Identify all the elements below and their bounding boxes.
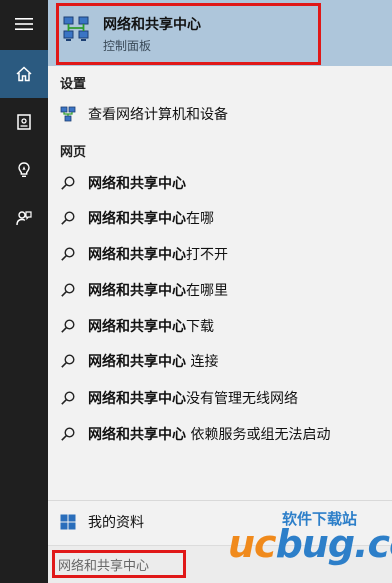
feedback-button[interactable] bbox=[0, 194, 48, 242]
watermark-logo: 软件下载站 ucbug.cc bbox=[228, 508, 392, 578]
web-suggestion[interactable]: 网络和共享中心在哪里 bbox=[48, 273, 392, 307]
suggestion-bold: 网络和共享中心 bbox=[88, 211, 186, 227]
search-icon bbox=[61, 427, 75, 441]
suggestion-bold: 网络和共享中心 bbox=[88, 391, 186, 407]
search-icon bbox=[61, 283, 75, 297]
menu-icon bbox=[15, 18, 33, 30]
suggestion-rest: 在哪里 bbox=[186, 283, 228, 299]
suggestion-rest: 下载 bbox=[186, 319, 214, 335]
home-button[interactable] bbox=[0, 50, 48, 98]
notebook-icon bbox=[17, 114, 31, 130]
search-icon bbox=[61, 319, 75, 333]
left-rail bbox=[0, 0, 48, 583]
windows-logo-icon bbox=[60, 514, 76, 530]
web-suggestion[interactable]: 网络和共享中心 依赖服务或组无法启动 bbox=[48, 417, 392, 451]
suggestion-bold: 网络和共享中心 bbox=[88, 354, 186, 370]
search-icon bbox=[61, 354, 75, 368]
suggestion-bold: 网络和共享中心 bbox=[88, 283, 186, 299]
reminders-button[interactable] bbox=[0, 146, 48, 194]
settings-heading: 设置 bbox=[60, 77, 87, 92]
settings-item-view-network-computers[interactable]: 查看网络计算机和设备 bbox=[48, 97, 392, 131]
watermark-main: ucbug.cc bbox=[228, 522, 392, 566]
suggestion-bold: 网络和共享中心 bbox=[88, 247, 186, 263]
my-profile-label: 我的资料 bbox=[88, 515, 144, 531]
search-icon bbox=[61, 176, 75, 190]
red-highlight-box bbox=[56, 3, 321, 65]
suggestion-rest: 连接 bbox=[186, 354, 219, 370]
settings-item-label: 查看网络计算机和设备 bbox=[88, 107, 228, 123]
search-icon bbox=[61, 247, 75, 261]
search-results-panel: 网络和共享中心 控制面板 设置 查看网络计算机和设备 网页 网络和共享中心 网络… bbox=[48, 0, 392, 583]
web-suggestion[interactable]: 网络和共享中心 bbox=[48, 166, 392, 200]
network-computer-icon bbox=[60, 106, 76, 122]
web-suggestion[interactable]: 网络和共享中心打不开 bbox=[48, 237, 392, 271]
suggestion-bold: 网络和共享中心 bbox=[88, 176, 186, 192]
suggestion-bold: 网络和共享中心 bbox=[88, 427, 186, 443]
web-suggestion[interactable]: 网络和共享中心下载 bbox=[48, 309, 392, 343]
suggestion-rest: 没有管理无线网络 bbox=[186, 391, 298, 407]
best-match-result[interactable]: 网络和共享中心 控制面板 bbox=[48, 0, 392, 66]
lightbulb-icon bbox=[18, 162, 30, 177]
notebook-button[interactable] bbox=[0, 98, 48, 146]
suggestion-rest: 打不开 bbox=[186, 247, 228, 263]
suggestion-bold: 网络和共享中心 bbox=[88, 319, 186, 335]
search-icon bbox=[61, 211, 75, 225]
web-suggestion[interactable]: 网络和共享中心 连接 bbox=[48, 344, 392, 378]
web-suggestion[interactable]: 网络和共享中心没有管理无线网络 bbox=[48, 381, 392, 415]
home-icon bbox=[16, 66, 32, 82]
red-highlight-box bbox=[52, 550, 186, 578]
hamburger-menu-button[interactable] bbox=[0, 0, 48, 48]
divider bbox=[48, 500, 392, 501]
suggestion-rest: 依赖服务或组无法启动 bbox=[186, 427, 331, 443]
feedback-icon bbox=[16, 211, 32, 226]
web-heading: 网页 bbox=[60, 145, 87, 160]
suggestion-rest: 在哪 bbox=[186, 211, 214, 227]
web-suggestion[interactable]: 网络和共享中心在哪 bbox=[48, 201, 392, 235]
search-icon bbox=[61, 391, 75, 405]
